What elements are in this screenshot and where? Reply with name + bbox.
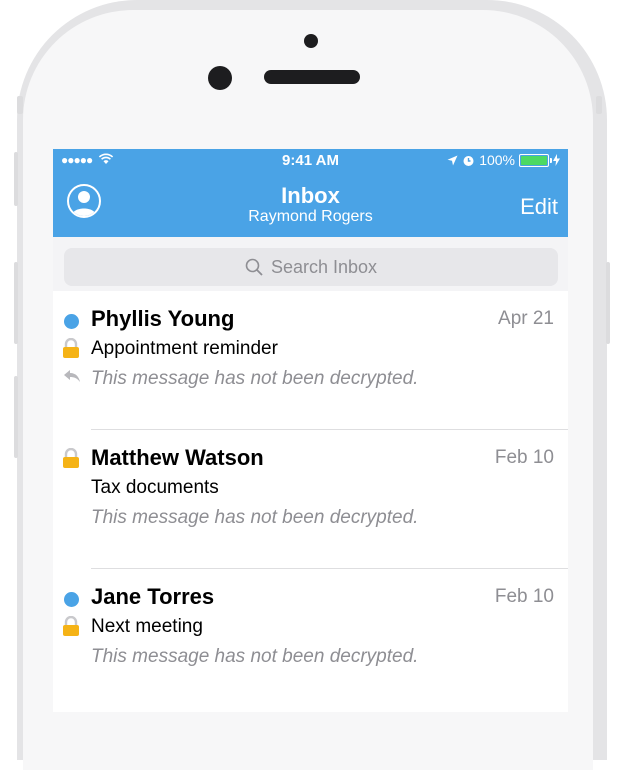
location-arrow-icon [447, 155, 458, 165]
message-list: Phyllis Young Apr 21 Appointment reminde… [53, 291, 568, 708]
unread-dot [64, 314, 79, 329]
unread-dot [64, 592, 79, 607]
message-sender: Matthew Watson [91, 445, 264, 470]
search-input[interactable]: Search Inbox [64, 248, 558, 286]
message-preview: This message has not been decrypted. [91, 646, 419, 667]
phone-volume-down [14, 376, 18, 458]
proximity-sensor [208, 66, 232, 90]
front-camera [304, 34, 318, 48]
message-date: Feb 10 [494, 447, 554, 468]
search-icon [245, 258, 263, 276]
message-subject: Appointment reminder [91, 338, 278, 359]
earpiece-speaker [264, 70, 360, 84]
edit-button[interactable]: Edit [520, 194, 558, 220]
alarm-icon [463, 155, 474, 166]
phone-power-button [606, 262, 610, 344]
account-name: Raymond Rogers [248, 208, 373, 225]
message-subject: Tax documents [91, 477, 219, 498]
battery-percent: 100% [479, 152, 515, 168]
message-date: Apr 21 [498, 308, 554, 329]
phone-edge-right [596, 96, 602, 114]
nav-header: ●●●●● 9:41 AM 100% Inbox Raymond Rogers … [53, 149, 568, 237]
message-row[interactable]: Phyllis Young Apr 21 Appointment reminde… [53, 291, 568, 430]
page-title: Inbox [281, 183, 340, 208]
message-date: Feb 10 [494, 586, 554, 607]
reply-arrow-icon [64, 370, 80, 382]
phone-edge-left [17, 96, 23, 114]
message-preview: This message has not been decrypted. [91, 368, 419, 389]
phone-volume-up [14, 262, 18, 344]
message-sender: Jane Torres [91, 584, 215, 609]
phone-side-button [14, 152, 18, 206]
battery-icon [519, 153, 552, 167]
message-preview: This message has not been decrypted. [91, 507, 419, 528]
message-row[interactable]: Jane Torres Feb 10 Next meeting This mes… [53, 569, 568, 708]
search-area: Search Inbox [53, 237, 568, 291]
app-screen: ●●●●● 9:41 AM 100% Inbox Raymond Rogers … [53, 149, 568, 712]
lock-icon [63, 616, 79, 636]
message-row[interactable]: Matthew Watson Feb 10 Tax documents This… [53, 430, 568, 569]
status-right: 100% [447, 152, 560, 168]
status-bar: ●●●●● 9:41 AM 100% [53, 149, 568, 173]
lock-icon [63, 448, 79, 468]
lock-icon [63, 338, 79, 358]
search-placeholder: Search Inbox [270, 256, 378, 277]
message-subject: Next meeting [91, 616, 203, 637]
message-sender: Phyllis Young [91, 306, 235, 331]
charging-bolt-icon [553, 154, 560, 166]
